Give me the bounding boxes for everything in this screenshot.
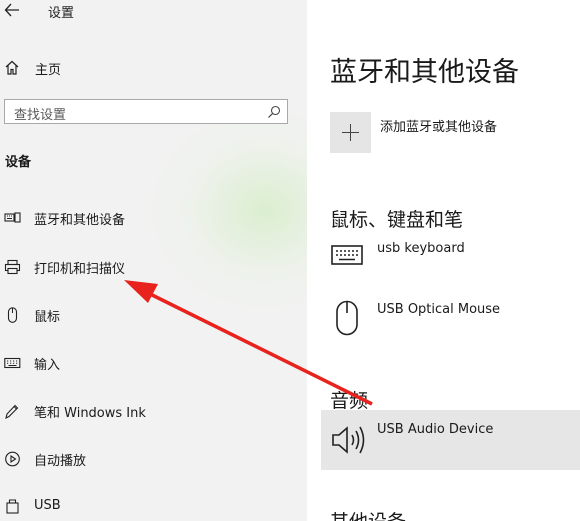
nav-item-label: 自动播放: [34, 454, 87, 469]
back-arrow-icon[interactable]: [4, 3, 20, 17]
mouse-icon: [336, 300, 358, 336]
search-placeholder: 查找设置: [14, 108, 67, 123]
window-title: 设置: [48, 6, 75, 21]
printer-icon: [4, 259, 21, 275]
device-item-keyboard[interactable]: usb keyboard: [321, 236, 580, 276]
plus-icon-vertical: [350, 124, 351, 141]
autoplay-icon: [5, 451, 20, 467]
keyboard-icon: [4, 357, 21, 369]
device-name: usb keyboard: [377, 241, 465, 256]
section-title-audio: 音频: [330, 390, 369, 412]
nav-section-devices: 设备: [5, 155, 32, 170]
settings-nav-pane: 设置 主页 查找设置 设备 蓝牙和其他设备 打印机和扫描仪 鼠标 输入 笔和 W…: [0, 0, 307, 521]
page-title: 蓝牙和其他设备: [330, 57, 519, 88]
pen-icon: [5, 404, 19, 419]
nav-item-typing[interactable]: 输入: [0, 350, 307, 376]
nav-item-label: USB: [34, 498, 61, 513]
section-title-other-devices: 其他设备: [330, 507, 406, 521]
section-title-input-devices: 鼠标、键盘和笔: [330, 209, 464, 231]
search-icon[interactable]: [267, 105, 281, 119]
bluetooth-devices-icon: [4, 212, 21, 223]
nav-item-label: 输入: [34, 358, 61, 373]
add-device-button[interactable]: [330, 112, 371, 153]
nav-item-bluetooth[interactable]: 蓝牙和其他设备: [0, 205, 307, 231]
title-bar: 设置: [0, 0, 307, 22]
keyboard-icon: [331, 245, 363, 265]
nav-item-label: 蓝牙和其他设备: [34, 213, 126, 228]
nav-item-printers[interactable]: 打印机和扫描仪: [0, 254, 307, 280]
device-name: USB Audio Device: [377, 422, 494, 437]
device-item-audio[interactable]: USB Audio Device: [321, 410, 580, 470]
nav-home[interactable]: 主页: [0, 56, 307, 80]
device-name: USB Optical Mouse: [377, 302, 501, 317]
nav-item-autoplay[interactable]: 自动播放: [0, 446, 307, 472]
nav-home-label: 主页: [35, 63, 62, 78]
nav-item-mouse[interactable]: 鼠标: [0, 302, 307, 328]
mouse-icon: [7, 307, 18, 323]
nav-item-pen[interactable]: 笔和 Windows Ink: [0, 398, 307, 424]
nav-item-label: 打印机和扫描仪: [34, 262, 126, 277]
nav-item-label: 笔和 Windows Ink: [34, 406, 146, 421]
search-input[interactable]: 查找设置: [4, 99, 288, 124]
home-icon: [5, 60, 19, 75]
device-item-mouse[interactable]: USB Optical Mouse: [321, 296, 580, 340]
usb-icon: [6, 499, 19, 514]
speaker-icon: [332, 426, 365, 454]
nav-item-usb[interactable]: USB: [0, 494, 307, 520]
nav-item-label: 鼠标: [34, 310, 61, 325]
content-pane: 蓝牙和其他设备 添加蓝牙或其他设备 鼠标、键盘和笔 usb keyboard U…: [307, 0, 580, 521]
add-device-label[interactable]: 添加蓝牙或其他设备: [380, 116, 497, 135]
